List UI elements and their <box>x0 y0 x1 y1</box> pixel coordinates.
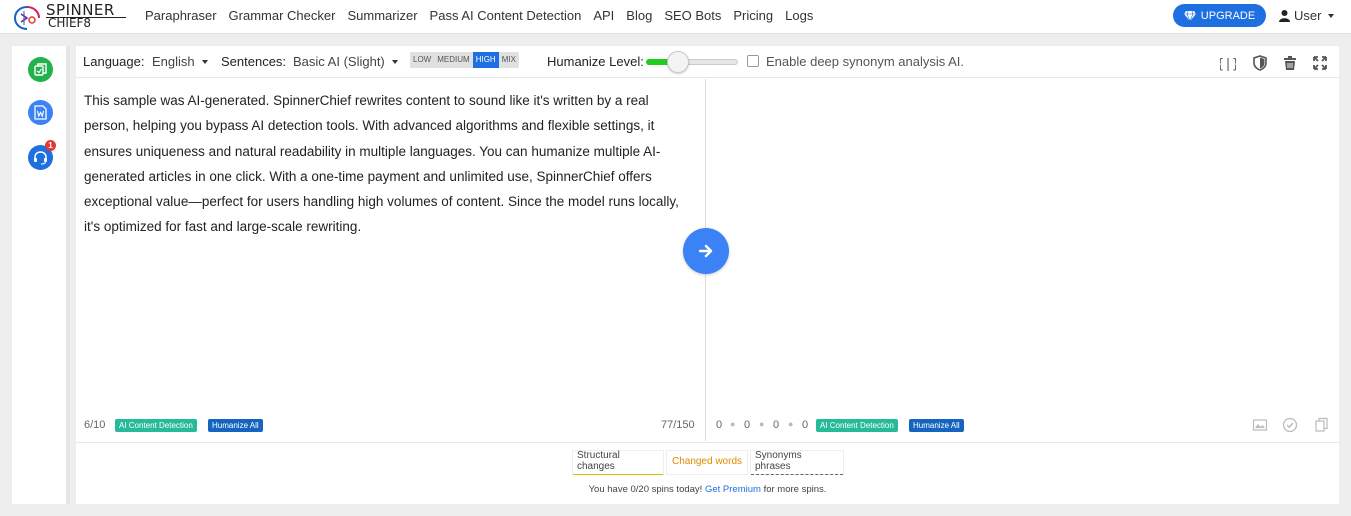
word-count: 77/150 <box>661 419 695 431</box>
user-caret-icon <box>1328 13 1335 18</box>
spins-suffix: for more spins. <box>763 484 827 495</box>
legend-structural-label: Structural changes <box>573 450 663 475</box>
support-chat-button[interactable]: 1 <box>28 140 56 170</box>
word-file-icon <box>34 105 47 120</box>
headset-icon <box>34 151 47 165</box>
nav-blog[interactable]: Blog <box>626 8 652 23</box>
language-label: Language: <box>83 54 145 69</box>
upgrade-button[interactable]: UPGRADE <box>1173 4 1266 27</box>
copy-icon[interactable] <box>1314 417 1330 433</box>
level-mix-button[interactable]: MIX <box>499 52 519 68</box>
left-rail: 1 <box>12 46 70 504</box>
image-icon[interactable] <box>1252 417 1268 433</box>
copy-refresh-icon <box>34 63 47 76</box>
nav-api[interactable]: API <box>593 8 614 23</box>
legend-changed: Changed words <box>666 450 748 475</box>
sentences-label: Sentences: <box>221 54 287 69</box>
spins-prefix: You have 0/20 spins today! <box>588 484 703 495</box>
level-high-button[interactable]: HIGH <box>472 52 499 68</box>
check-circle-icon[interactable] <box>1282 417 1298 433</box>
fullscreen-icon[interactable] <box>1312 55 1328 71</box>
stat-separator: ● <box>759 419 765 429</box>
humanize-level-slider[interactable] <box>646 51 738 73</box>
word-document-button[interactable] <box>28 100 53 125</box>
nav-pass-ai-detection[interactable]: Pass AI Content Detection <box>430 8 582 23</box>
paraphrase-button[interactable] <box>683 228 729 274</box>
sentences-caret-icon <box>391 59 398 64</box>
output-stat-2: 0 <box>744 419 751 431</box>
nav-seo-bots[interactable]: SEO Bots <box>664 8 721 23</box>
sentences-select[interactable]: Basic AI (Slight) <box>293 54 398 69</box>
stat-separator: ● <box>730 419 736 429</box>
legend-synonyms-label: Synonyms phrases <box>751 450 843 475</box>
input-text[interactable]: This sample was AI-generated. SpinnerChi… <box>84 88 694 240</box>
get-premium-link[interactable]: Get Premium <box>705 484 761 495</box>
user-label: User <box>1294 8 1322 23</box>
copy-tool-button[interactable] <box>28 57 53 82</box>
level-low-button[interactable]: LOW <box>410 52 434 68</box>
language-caret-icon <box>201 59 208 64</box>
input-ai-detection-button[interactable]: AI Content Detection <box>115 419 197 432</box>
nav-summarizer[interactable]: Summarizer <box>347 8 417 23</box>
level-medium-button[interactable]: MEDIUM <box>434 52 472 68</box>
notification-badge: 1 <box>45 140 56 151</box>
input-editor[interactable]: This sample was AI-generated. SpinnerChi… <box>76 79 706 441</box>
slider-thumb[interactable] <box>667 51 690 73</box>
svg-text:{|}: {|} <box>1220 57 1236 71</box>
output-stat-3: 0 <box>773 419 780 431</box>
upgrade-label: UPGRADE <box>1200 9 1256 22</box>
trash-icon[interactable] <box>1282 55 1298 71</box>
output-stat-4: 0 <box>802 419 809 431</box>
brand-mark-icon <box>13 6 40 30</box>
main-panel: Language: English Sentences: Basic AI (S… <box>76 46 1339 504</box>
navbar: SPINNER CHIEF8 Paraphraser Grammar Check… <box>0 0 1351 34</box>
diamond-icon <box>1183 10 1196 21</box>
user-menu[interactable]: User <box>1279 8 1335 23</box>
sentence-count: 6/10 <box>84 419 106 431</box>
output-humanize-all-button[interactable]: Humanize All <box>909 419 964 432</box>
brand-logo[interactable]: SPINNER CHIEF8 <box>10 1 130 33</box>
arrow-right-icon <box>698 244 713 258</box>
deep-synonym-checkbox[interactable] <box>747 55 759 67</box>
humanize-level-label: Humanize Level: <box>547 54 644 69</box>
shield-icon[interactable] <box>1252 55 1268 71</box>
spins-notice: You have 0/20 spins today! Get Premium f… <box>76 484 1339 495</box>
brand-name-line2: CHIEF8 <box>48 16 92 30</box>
nav-logs[interactable]: Logs <box>785 8 813 23</box>
main-nav: Paraphraser Grammar Checker Summarizer P… <box>145 8 825 23</box>
sentences-value: Basic AI (Slight) <box>293 54 385 69</box>
stat-separator: ● <box>788 419 794 429</box>
legend-bar: Structural changes Changed words Synonym… <box>76 442 1339 504</box>
deep-synonym-label: Enable deep synonym analysis AI. <box>766 54 965 69</box>
output-editor[interactable] <box>707 79 1339 441</box>
legend-structural: Structural changes <box>572 450 664 475</box>
nav-paraphraser[interactable]: Paraphraser <box>145 8 217 23</box>
language-select[interactable]: English <box>152 54 208 69</box>
input-humanize-all-button[interactable]: Humanize All <box>208 419 263 432</box>
user-icon <box>1279 9 1290 22</box>
output-stat-1: 0 <box>716 419 723 431</box>
nav-grammar-checker[interactable]: Grammar Checker <box>229 8 336 23</box>
legend-changed-label: Changed words <box>671 456 743 467</box>
legend-synonyms: Synonyms phrases <box>750 450 844 475</box>
code-braces-icon[interactable]: {|} <box>1220 55 1236 71</box>
language-value: English <box>152 54 195 69</box>
output-ai-detection-button[interactable]: AI Content Detection <box>816 419 898 432</box>
editor-toolbar: Language: English Sentences: Basic AI (S… <box>76 46 1339 78</box>
nav-pricing[interactable]: Pricing <box>733 8 773 23</box>
rewrite-level-group: LOW MEDIUM HIGH MIX <box>410 52 519 68</box>
